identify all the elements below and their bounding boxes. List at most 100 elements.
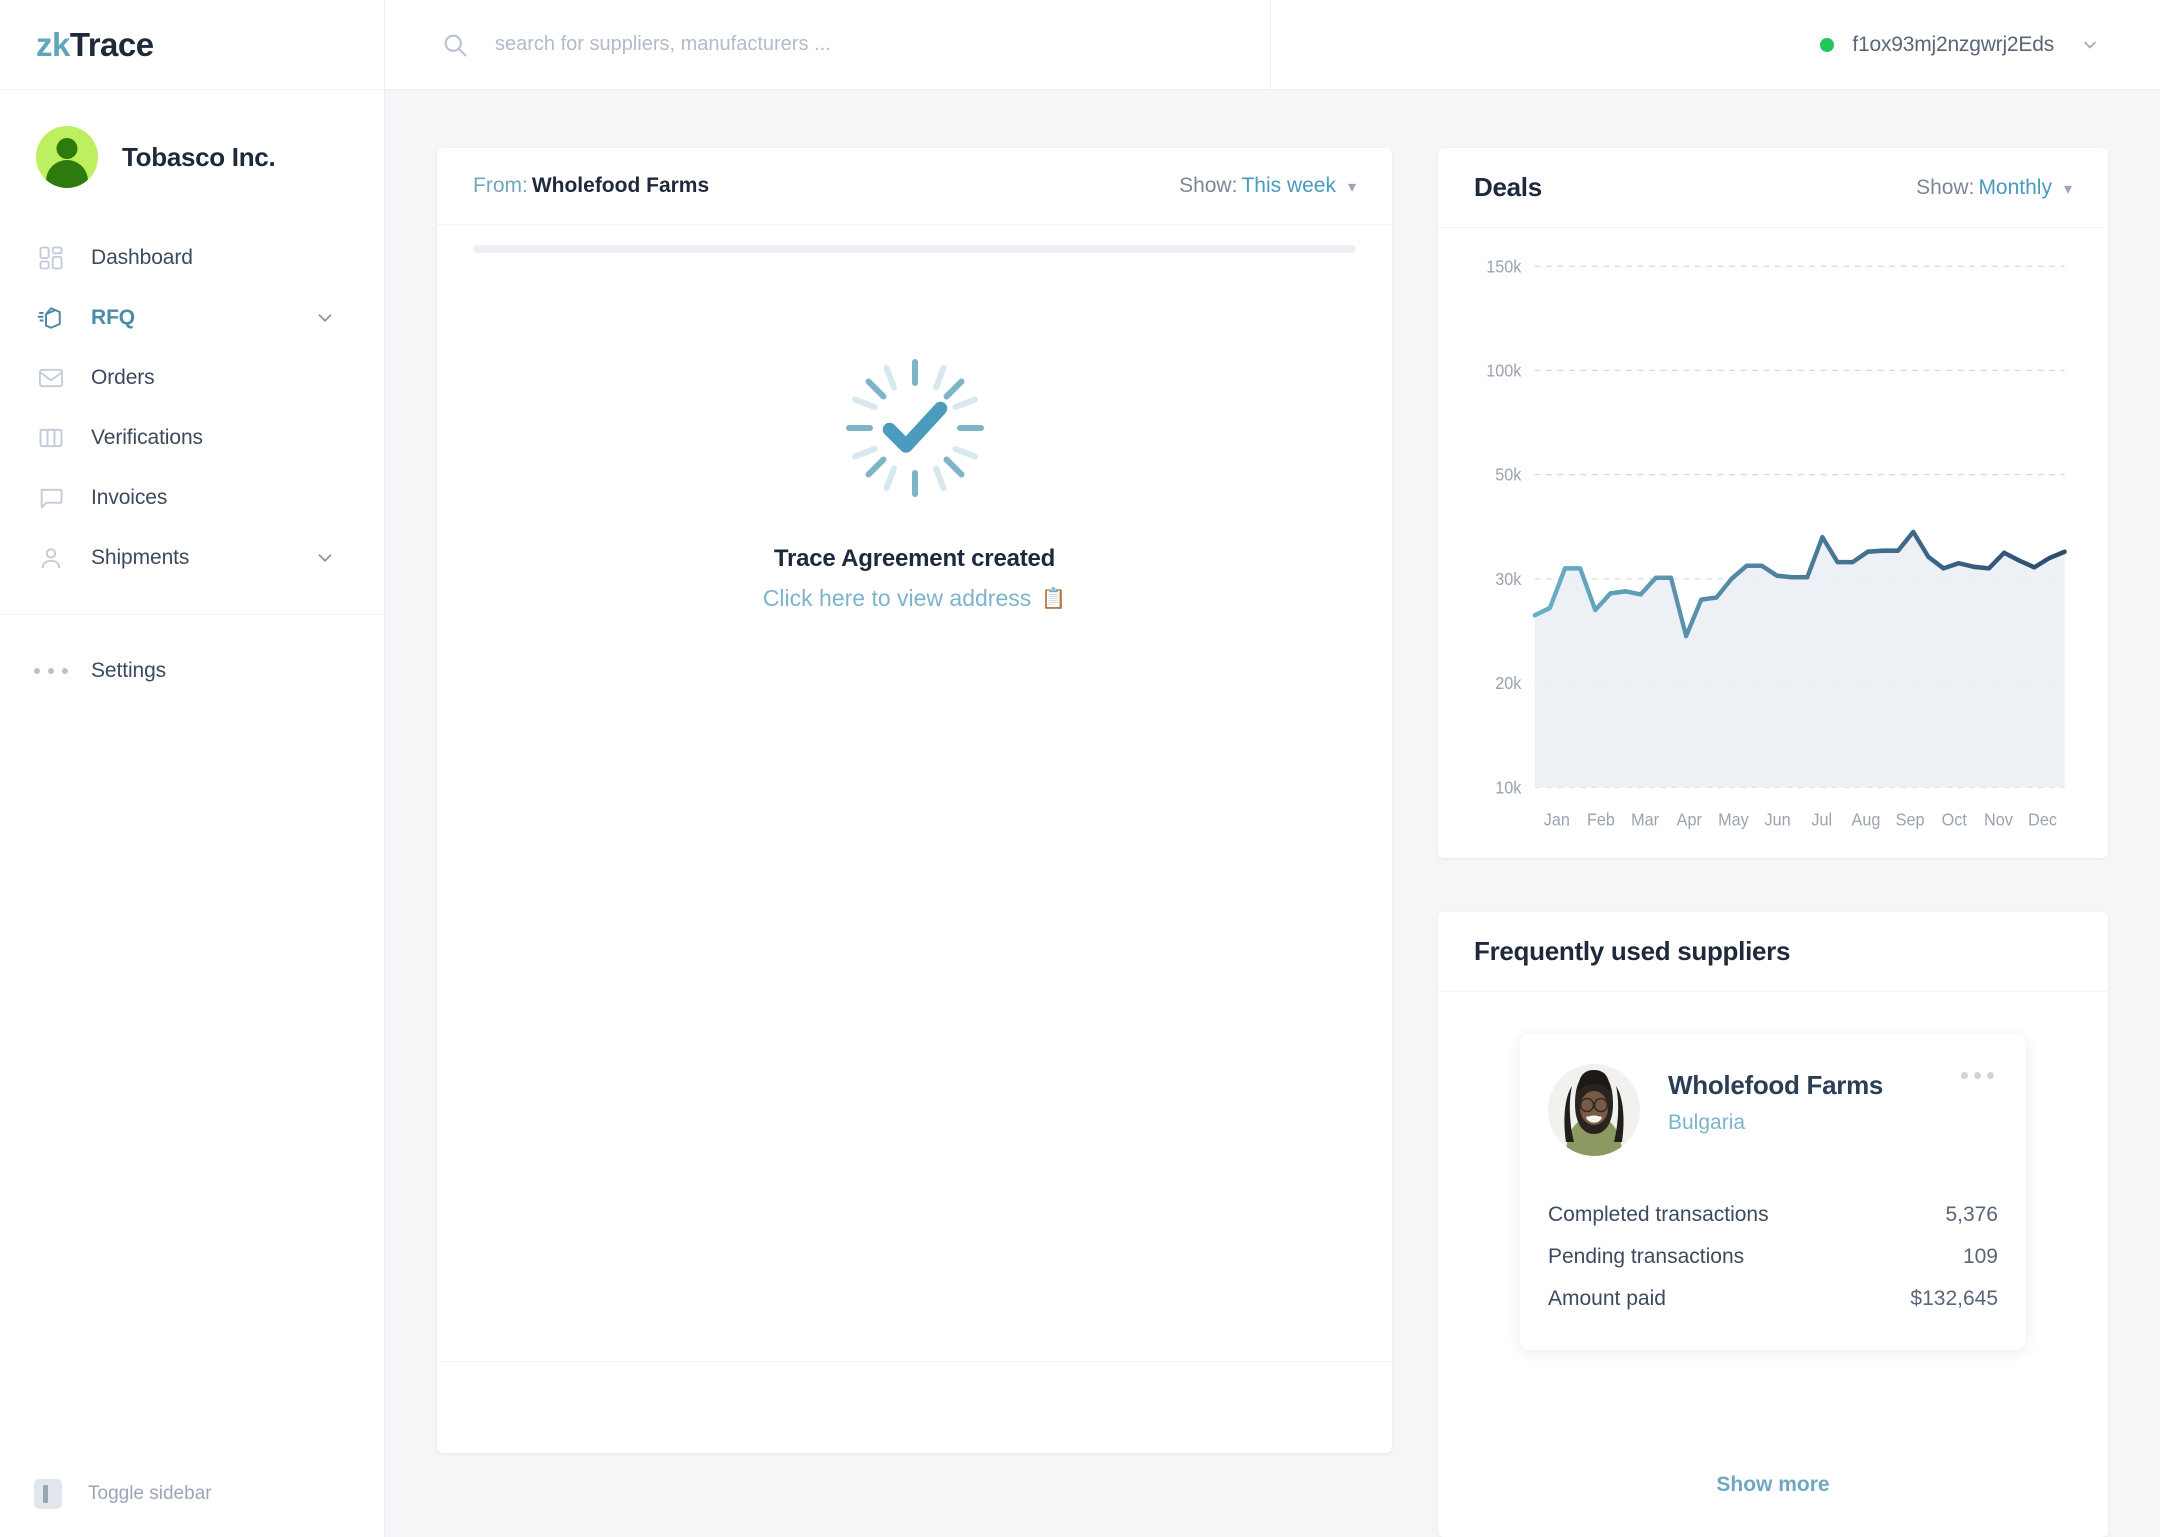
- chevron-down-icon[interactable]: [314, 547, 336, 569]
- topbar: f1ox93mj2nzgwrj2Eds: [385, 0, 2160, 90]
- sidebar-item-orders[interactable]: Orders: [0, 348, 384, 408]
- sidebar-item-rfq[interactable]: RFQ: [0, 288, 384, 348]
- sidebar-item-label: Settings: [91, 659, 167, 682]
- logo-text: zkTrace: [36, 26, 154, 64]
- chat-bubble-icon: [34, 481, 68, 515]
- suppliers-title: Frequently used suppliers: [1474, 936, 1791, 966]
- svg-text:Dec: Dec: [2028, 810, 2057, 830]
- from-label: From:: [473, 174, 528, 197]
- chevron-down-icon[interactable]: [314, 307, 336, 329]
- svg-text:Nov: Nov: [1984, 810, 2013, 830]
- trace-agreement-card: From:Wholefood Farms Show:This week ▾: [437, 148, 1392, 1453]
- wallet-address: f1ox93mj2nzgwrj2Eds: [1852, 32, 2054, 56]
- sidebar-item-invoices[interactable]: Invoices: [0, 468, 384, 528]
- table-row: Completed transactions 5,376: [1548, 1194, 1998, 1236]
- deals-card: Deals Show: Monthly ▾ 150k 100k 50k 30k 20k 10k…: [1438, 148, 2108, 858]
- search-input[interactable]: [495, 33, 1095, 56]
- svg-text:Aug: Aug: [1852, 810, 1881, 830]
- search-bar[interactable]: [385, 0, 1271, 90]
- columns-icon: [34, 421, 68, 455]
- from-label-group: From: Wholefood Farms: [473, 174, 709, 198]
- sidebar-item-verifications[interactable]: Verifications: [0, 408, 384, 468]
- envelope-icon: [34, 361, 68, 395]
- trace-show-filter[interactable]: Show: This week ▾: [1179, 174, 1356, 198]
- supplier-avatar: [1548, 1064, 1640, 1156]
- svg-text:10k: 10k: [1495, 778, 1522, 798]
- left-column: From:Wholefood Farms Show:This week ▾: [437, 148, 1392, 1537]
- sidebar-item-shipments[interactable]: Shipments: [0, 528, 384, 588]
- deals-show-filter[interactable]: Show: Monthly ▾: [1916, 176, 2072, 200]
- svg-text:100k: 100k: [1486, 361, 1522, 381]
- logo-suffix: Trace: [69, 25, 154, 63]
- chevron-down-icon[interactable]: [2080, 35, 2100, 55]
- stat-value: $132,645: [1910, 1287, 1998, 1310]
- from-value: Wholefood Farms: [531, 174, 710, 197]
- ellipsis-icon: [34, 666, 68, 676]
- sidebar-divider: [0, 614, 384, 615]
- org-name: Tobasco Inc.: [122, 141, 276, 172]
- show-value: This week: [1241, 174, 1336, 197]
- avatar-body: [46, 160, 88, 188]
- sidebar-item-label: Shipments: [91, 546, 190, 569]
- sidebar-item-label: RFQ: [91, 306, 136, 329]
- suppliers-card-header: Frequently used suppliers: [1438, 912, 2108, 992]
- avatar: [36, 126, 98, 188]
- svg-text:50k: 50k: [1495, 465, 1522, 485]
- stat-label: Completed transactions: [1548, 1203, 1769, 1226]
- wallet-menu[interactable]: f1ox93mj2nzgwrj2Eds: [1820, 33, 2100, 57]
- stat-label: Pending transactions: [1548, 1245, 1745, 1268]
- org-profile[interactable]: Tobasco Inc.: [0, 90, 384, 228]
- logo[interactable]: zkTrace: [0, 0, 384, 90]
- list-item[interactable]: Wholefood Farms Bulgaria Completed trans…: [1520, 1034, 2026, 1350]
- toggle-sidebar-label: Toggle sidebar: [88, 1483, 212, 1504]
- show-value: Monthly: [1978, 175, 2052, 199]
- search-icon: [441, 31, 469, 59]
- svg-text:150k: 150k: [1486, 257, 1522, 277]
- svg-text:Oct: Oct: [1942, 810, 1968, 830]
- svg-text:Sep: Sep: [1896, 810, 1925, 830]
- main-area: f1ox93mj2nzgwrj2Eds From:Wholefood Farms: [385, 0, 2160, 1537]
- deals-title: Deals: [1474, 172, 1542, 202]
- trace-card-header: From: Wholefood Farms Show: This week ▾: [437, 148, 1392, 225]
- caret-down-icon: ▾: [1347, 179, 1356, 196]
- status-dot-icon: [1820, 37, 1835, 52]
- clipboard-copy-icon[interactable]: 📋: [1041, 586, 1066, 611]
- dashboard-icon: [34, 241, 68, 275]
- rfq-box-icon: [34, 301, 68, 335]
- stat-label: Amount paid: [1548, 1287, 1666, 1310]
- trace-card-footer: [437, 1361, 1392, 1453]
- view-address-label: Click here to view address: [762, 585, 1032, 611]
- content: From:Wholefood Farms Show:This week▾: [385, 90, 2160, 1537]
- progress-bar: [473, 245, 1356, 253]
- supplier-more-options-icon[interactable]: [1961, 1072, 1994, 1079]
- trace-status-title: Trace Agreement created: [773, 545, 1056, 572]
- supplier-name: Wholefood Farms: [1668, 1070, 1884, 1100]
- svg-text:Mar: Mar: [1631, 810, 1659, 830]
- stat-value: 5,376: [1945, 1203, 1998, 1226]
- svg-text:Jul: Jul: [1811, 810, 1832, 830]
- toggle-sidebar-button[interactable]: Toggle sidebar: [0, 1479, 212, 1509]
- supplier-header: Wholefood Farms Bulgaria: [1548, 1064, 1998, 1156]
- suppliers-list: Wholefood Farms Bulgaria Completed trans…: [1438, 992, 2108, 1437]
- sidebar-item-dashboard[interactable]: Dashboard: [0, 228, 384, 288]
- sidebar-item-settings[interactable]: Settings: [0, 641, 384, 701]
- show-more-button[interactable]: Show more: [1438, 1437, 2108, 1537]
- frequent-suppliers-card: Frequently used suppliers Wholefood Farm…: [1438, 912, 2108, 1537]
- sidebar-item-label: Verifications: [91, 426, 203, 449]
- table-row: Amount paid $132,645: [1548, 1278, 1998, 1320]
- show-label: Show:: [1916, 175, 1975, 199]
- svg-text:May: May: [1718, 810, 1749, 830]
- sidebar-item-label: Orders: [91, 366, 155, 389]
- person-icon: [34, 541, 68, 575]
- avatar-head: [56, 138, 78, 159]
- show-label: Show:: [1179, 174, 1238, 197]
- logo-prefix: zk: [36, 25, 70, 63]
- view-address-link[interactable]: Click here to view address 📋: [763, 585, 1066, 612]
- stat-value: 109: [1962, 1245, 1998, 1268]
- svg-text:20k: 20k: [1495, 674, 1522, 694]
- right-column: Deals Show: Monthly ▾ 150k 100k 50k 30k 20k 10k…: [1438, 148, 2108, 1537]
- sidebar-item-label: Dashboard: [91, 246, 193, 269]
- sidebar-nav: Dashboard RFQ Orders Verifications Invoi…: [0, 228, 384, 701]
- svg-text:30k: 30k: [1495, 569, 1522, 589]
- svg-text:Jun: Jun: [1765, 810, 1791, 830]
